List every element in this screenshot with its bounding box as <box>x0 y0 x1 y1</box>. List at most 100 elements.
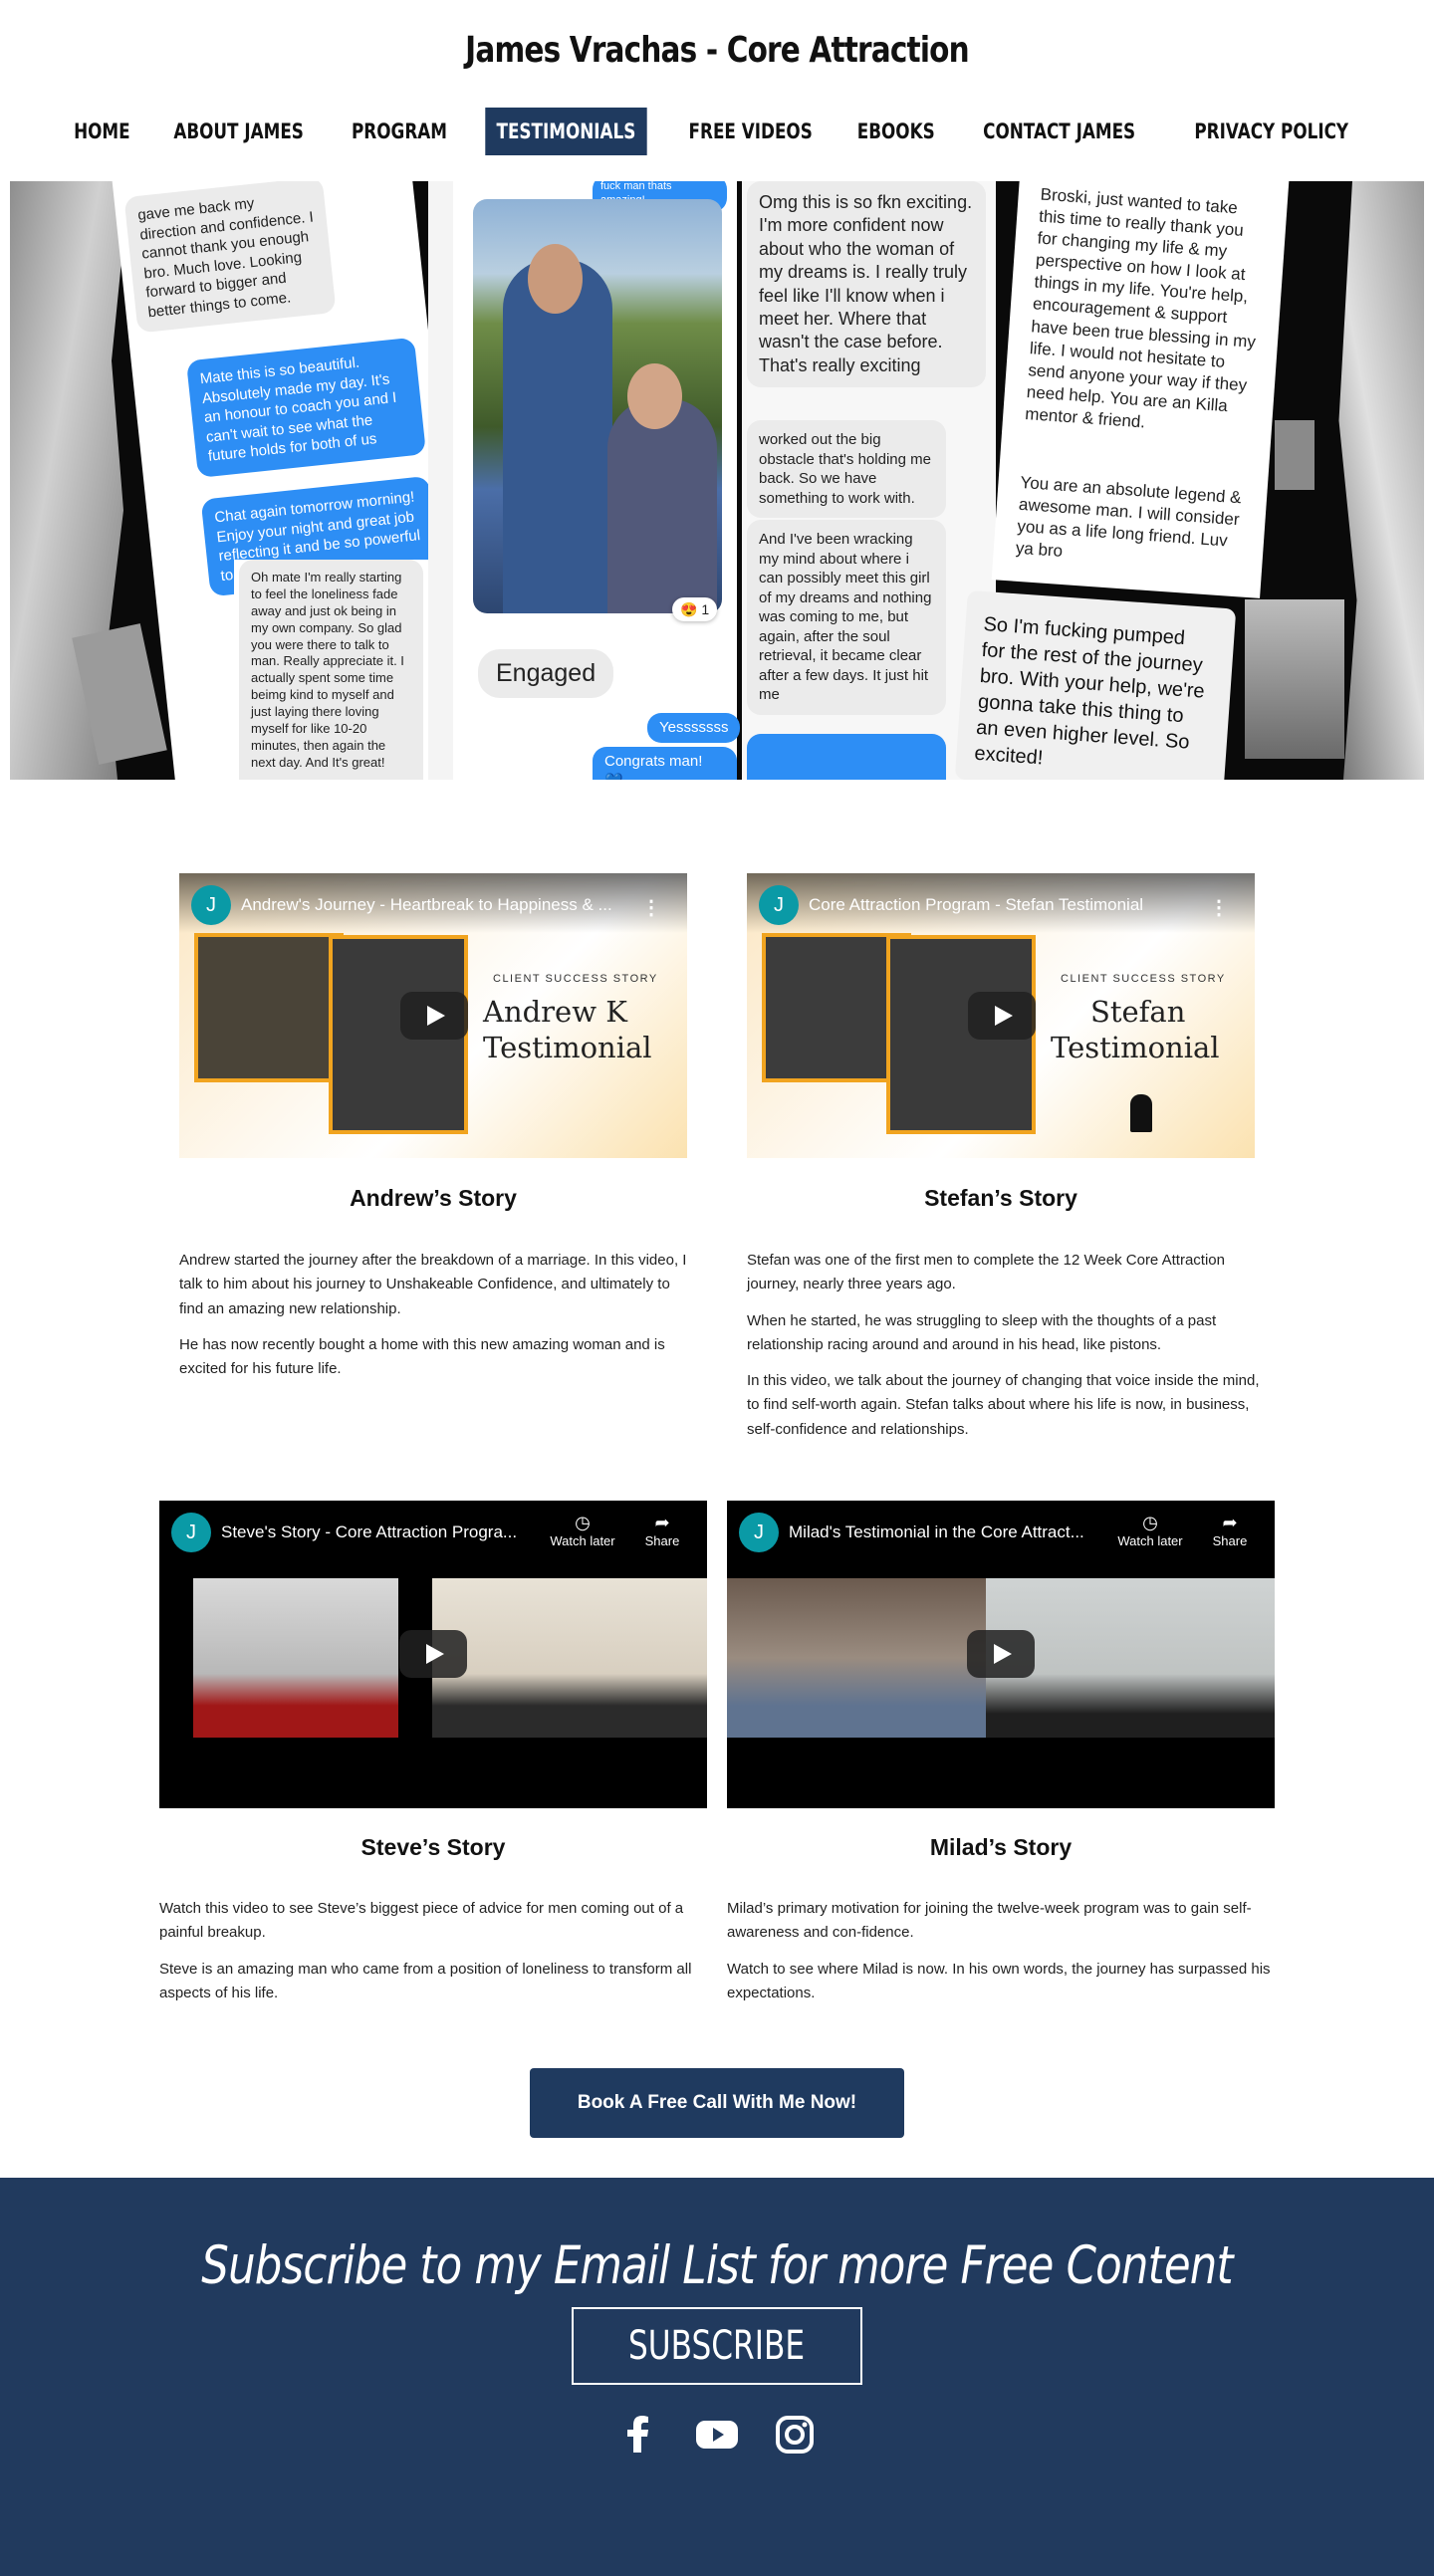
clock-icon: ◷ <box>575 1513 591 1532</box>
page: James Vrachas - Core Attraction HOME ABO… <box>0 0 1434 2576</box>
video-milad[interactable]: J Milad's Testimonial in the Core Attrac… <box>727 1501 1275 1808</box>
video-title[interactable]: Andrew's Journey - Heartbreak to Happine… <box>241 895 629 915</box>
chat-text: Broski, just wanted to take this time to… <box>1024 184 1257 432</box>
story-body-andrew: Andrew started the journey after the bre… <box>179 1249 687 1393</box>
couple-silhouette-icon <box>1130 1094 1152 1132</box>
story-body-steve: Watch this video to see Steve’s biggest … <box>159 1897 712 2017</box>
chat-text: You are an absolute legend & awesome man… <box>1015 472 1243 562</box>
chat-bubble: worked out the big obstacle that's holdi… <box>747 420 946 518</box>
video-title[interactable]: Steve's Story - Core Attraction Progra..… <box>221 1522 540 1542</box>
reaction-badge: 😍 1 <box>672 597 718 622</box>
channel-avatar[interactable]: J <box>739 1513 779 1552</box>
paper-strip <box>1275 420 1314 490</box>
thumb-name: Andrew K <box>483 995 627 1029</box>
video-steve[interactable]: J Steve's Story - Core Attraction Progra… <box>159 1501 707 1808</box>
instagram-icon[interactable] <box>773 2413 817 2457</box>
story-paragraph: In this video, we talk about the journey… <box>747 1372 1260 1438</box>
video-frame-right <box>432 1578 707 1738</box>
play-button-icon[interactable] <box>400 992 468 1040</box>
story-paragraph: Milad’s primary motivation for joining t… <box>727 1900 1252 1942</box>
chat-bubble: Yesssssss <box>647 713 741 743</box>
video-frame-left <box>194 933 344 1082</box>
play-button-icon[interactable] <box>967 1630 1035 1678</box>
subscribe-button-label: SUBSCRIBE <box>628 2323 806 2369</box>
subscribe-button[interactable]: SUBSCRIBE <box>572 2307 862 2385</box>
story-paragraph: Andrew started the journey after the bre… <box>179 1252 687 1317</box>
story-body-milad: Milad’s primary motivation for joining t… <box>727 1897 1280 2017</box>
play-button-icon[interactable] <box>399 1630 467 1678</box>
book-call-button[interactable]: Book A Free Call With Me Now! <box>530 2068 904 2138</box>
channel-avatar[interactable]: J <box>759 885 799 925</box>
thumb-sub: Testimonial <box>483 1031 652 1064</box>
chat-bubble <box>747 734 946 780</box>
engagement-card: fuck man thats amazing! 😍 1 Engaged Yess… <box>453 181 741 780</box>
share-button[interactable]: ➦ Share <box>1205 1513 1255 1548</box>
thumb-tag: CLIENT SUCCESS STORY <box>1061 973 1226 985</box>
share-label: Share <box>1212 1533 1248 1548</box>
channel-avatar[interactable]: J <box>171 1513 211 1552</box>
play-button-icon[interactable] <box>968 992 1036 1040</box>
story-title-andrew: Andrew’s Story <box>350 1185 517 1211</box>
story-title-milad: Milad’s Story <box>929 1834 1073 1860</box>
couple-photo <box>473 199 722 613</box>
video-stefan[interactable]: CLIENT SUCCESS STORY Stefan Testimonial … <box>747 873 1255 1158</box>
chat-bubble: Oh mate I'm really starting to feel the … <box>239 560 423 780</box>
nav-privacy-policy[interactable]: PRIVACY POLICY <box>1183 108 1359 155</box>
channel-avatar[interactable]: J <box>191 885 231 925</box>
chat-screenshot-3: Omg this is so fkn exciting. I'm more co… <box>742 181 996 780</box>
story-paragraph: Watch this video to see Steve’s biggest … <box>159 1900 684 1942</box>
video-title[interactable]: Core Attraction Program - Stefan Testimo… <box>809 895 1197 915</box>
subscribe-footer: Subscribe to my Email List for more Free… <box>0 2178 1434 2576</box>
share-icon: ➦ <box>654 1513 670 1532</box>
chat-bubble: Omg this is so fkn exciting. I'm more co… <box>747 181 986 388</box>
clock-icon: ◷ <box>1142 1513 1158 1532</box>
chat-screenshot-5: So I'm fucking pumped for the rest of th… <box>954 589 1237 780</box>
chat-bubble: gave me back my direction and confidence… <box>123 181 337 334</box>
nav-home[interactable]: HOME <box>63 108 141 155</box>
video-frame-left <box>193 1578 398 1738</box>
story-title-steve: Steve’s Story <box>360 1834 506 1860</box>
chat-bubble: And I've been wracking my mind about whe… <box>747 520 946 715</box>
chat-bubble: Congrats man! 💙 <box>593 747 737 780</box>
share-icon: ➦ <box>1222 1513 1238 1532</box>
nav-ebooks[interactable]: EBOOKS <box>845 108 945 155</box>
watch-later-label: Watch later <box>550 1533 615 1548</box>
story-paragraph: Stefan was one of the first men to compl… <box>747 1252 1225 1293</box>
share-button[interactable]: ➦ Share <box>637 1513 687 1548</box>
nav-free-videos[interactable]: FREE VIDEOS <box>677 108 824 155</box>
story-paragraph: Steve is an amazing man who came from a … <box>159 1960 692 2001</box>
facebook-icon[interactable] <box>617 2413 661 2457</box>
thumb-tag: CLIENT SUCCESS STORY <box>493 973 658 985</box>
person-silhouette <box>607 398 717 613</box>
thumb-name: Stefan <box>1090 995 1186 1029</box>
story-paragraph: He has now recently bought a home with t… <box>179 1335 665 1378</box>
youtube-icon[interactable] <box>695 2413 739 2457</box>
chat-bubble-engaged: Engaged <box>478 649 614 698</box>
story-body-stefan: Stefan was one of the first men to compl… <box>747 1249 1265 1454</box>
chat-screenshot-4: Broski, just wanted to take this time to… <box>991 181 1290 598</box>
thumb-sub: Testimonial <box>1051 1031 1220 1064</box>
more-vertical-icon[interactable]: ⋮ <box>641 895 661 920</box>
more-vertical-icon[interactable]: ⋮ <box>1209 895 1229 920</box>
nav-about-james[interactable]: ABOUT JAMES <box>162 108 315 155</box>
chat-screenshot-2: Oh mate I'm really starting to feel the … <box>234 560 433 780</box>
share-label: Share <box>644 1533 680 1548</box>
video-title[interactable]: Milad's Testimonial in the Core Attract.… <box>789 1522 1107 1542</box>
nav-program[interactable]: PROGRAM <box>341 108 458 155</box>
person-head <box>528 244 583 314</box>
story-paragraph: When he started, he was struggling to sl… <box>747 1311 1217 1353</box>
main-nav: HOME ABOUT JAMES PROGRAM TESTIMONIALS FR… <box>0 108 1434 155</box>
person-head <box>627 363 682 429</box>
subscribe-heading: Subscribe to my Email List for more Free… <box>201 2235 1233 2296</box>
site-title[interactable]: James Vrachas - Core Attraction <box>129 30 1306 71</box>
video-andrew[interactable]: CLIENT SUCCESS STORY Andrew K Testimonia… <box>179 873 687 1158</box>
nav-contact-james[interactable]: CONTACT JAMES <box>972 108 1146 155</box>
nav-testimonials[interactable]: TESTIMONIALS <box>485 108 647 155</box>
watch-later-button[interactable]: ◷ Watch later <box>1110 1513 1190 1548</box>
watch-later-button[interactable]: ◷ Watch later <box>543 1513 622 1548</box>
rock-texture-2 <box>1245 599 1344 759</box>
torn-paper-right <box>1338 181 1424 780</box>
video-frame-left <box>727 1578 986 1738</box>
testimonial-collage: gave me back my direction and confidence… <box>10 181 1424 780</box>
story-paragraph: Watch to see where Milad is now. In his … <box>727 1960 1271 2001</box>
